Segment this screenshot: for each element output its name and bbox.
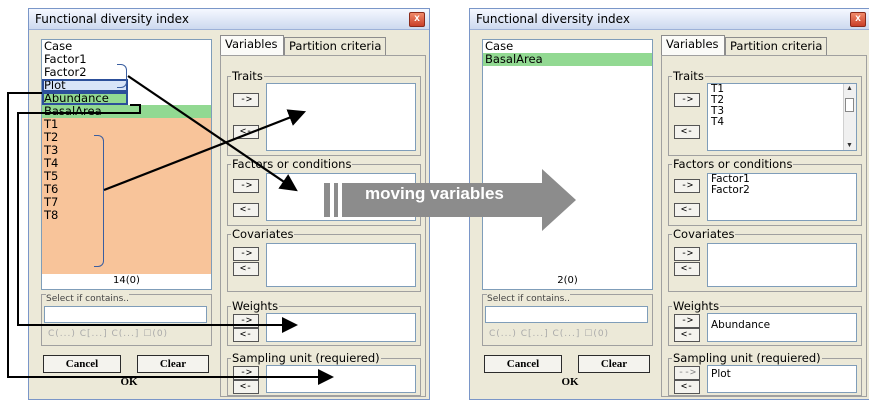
arrow-factors <box>127 75 298 192</box>
arrow-sampling <box>7 92 334 385</box>
banner-text: moving variables <box>365 184 504 203</box>
moving-arrow <box>324 169 576 231</box>
arrow-traits <box>103 109 307 192</box>
arrow-weights <box>17 104 298 333</box>
